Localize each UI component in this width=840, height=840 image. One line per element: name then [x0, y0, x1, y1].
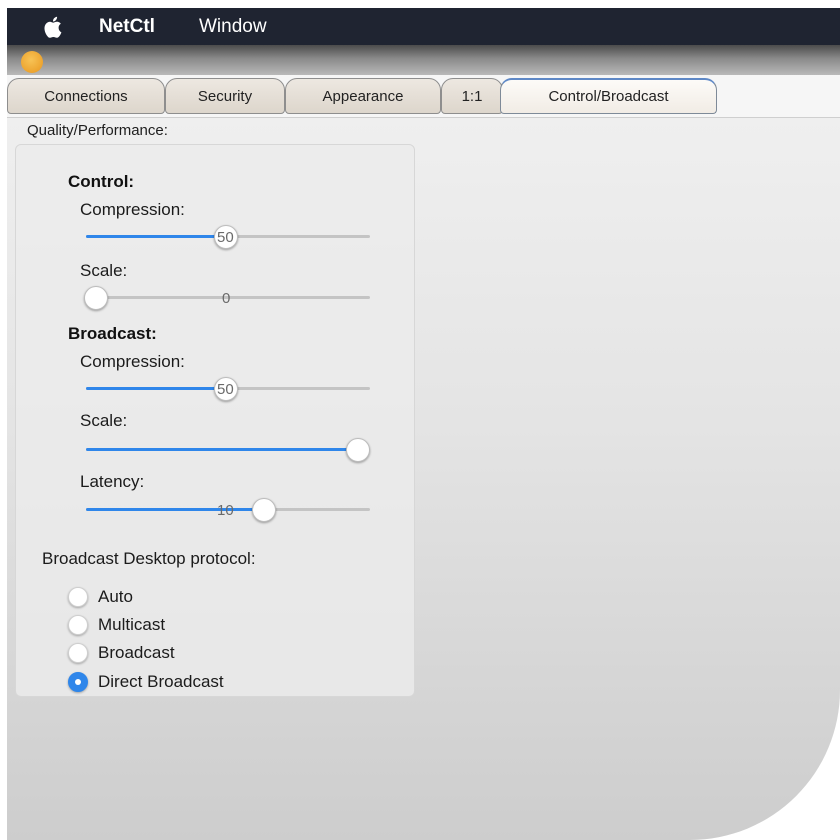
broadcast-compression-label: Compression: — [80, 352, 185, 371]
tab-label: Connections — [44, 87, 128, 105]
tab-security[interactable]: Security — [165, 78, 285, 114]
apple-icon[interactable] — [43, 16, 62, 38]
section-title: Quality/Performance: — [27, 122, 168, 139]
menu-window[interactable]: Window — [199, 16, 267, 38]
radio-label: Broadcast — [98, 643, 175, 662]
protocol-option-direct-broadcast[interactable]: Direct Broadcast — [68, 670, 224, 694]
control-scale-label: Scale: — [80, 261, 128, 280]
control-compression-label: Compression: — [80, 200, 185, 219]
radio-button-selected[interactable] — [68, 672, 88, 692]
tab-label: Appearance — [322, 87, 404, 105]
radio-button[interactable] — [68, 643, 88, 663]
tab-bar: Connections Security Appearance 1:1 Cont… — [7, 75, 840, 118]
radio-label: Direct Broadcast — [98, 672, 224, 691]
protocol-label: Broadcast Desktop protocol: — [42, 549, 256, 568]
tab-label: 1:1 — [461, 87, 483, 105]
tab-appearance[interactable]: Appearance — [285, 78, 441, 114]
menu-bar: NetCtl Window — [7, 8, 840, 45]
tab-label: Control/Broadcast — [548, 88, 669, 105]
radio-button[interactable] — [68, 587, 88, 607]
protocol-option-auto[interactable]: Auto — [68, 585, 133, 609]
tab-control-broadcast[interactable]: Control/Broadcast — [500, 78, 717, 114]
tab-label: Security — [197, 87, 253, 105]
slider-fill — [86, 508, 264, 511]
radio-button[interactable] — [68, 615, 88, 635]
slider-value: 50 — [217, 381, 234, 398]
protocol-option-broadcast[interactable]: Broadcast — [68, 641, 175, 665]
tab-connections[interactable]: Connections — [7, 78, 165, 114]
radio-label: Multicast — [98, 615, 166, 634]
slider-fill — [86, 235, 226, 238]
title-bar — [7, 45, 840, 75]
broadcast-scale-label: Scale: — [80, 411, 128, 430]
slider-fill — [86, 387, 226, 390]
protocol-option-multicast[interactable]: Multicast — [68, 613, 165, 637]
app-window: NetCtl Window Connections Security Appea… — [7, 8, 840, 840]
slider-knob[interactable] — [252, 498, 276, 522]
window-control-button[interactable] — [21, 51, 43, 73]
slider-knob[interactable] — [346, 438, 370, 462]
broadcast-latency-slider[interactable]: 10 — [86, 498, 370, 522]
radio-label: Auto — [98, 587, 133, 606]
broadcast-heading: Broadcast: — [68, 324, 157, 343]
slider-value: 0 — [222, 290, 231, 307]
slider-value: 50 — [217, 229, 234, 246]
slider-value: 10 — [217, 502, 234, 519]
control-scale-slider[interactable]: 0 — [84, 286, 370, 310]
tab-one-to-one[interactable]: 1:1 — [441, 78, 503, 114]
broadcast-compression-slider[interactable]: 50 — [86, 377, 370, 401]
slider-fill — [86, 448, 358, 451]
menu-app-name[interactable]: NetCtl — [99, 16, 155, 38]
slider-knob[interactable] — [84, 286, 108, 310]
broadcast-latency-label: Latency: — [80, 472, 145, 491]
control-compression-slider[interactable]: 50 — [86, 225, 370, 249]
quality-panel: Control: Compression: 50 Scale: 0 Broadc… — [15, 144, 415, 697]
control-heading: Control: — [68, 172, 135, 191]
broadcast-scale-slider[interactable] — [86, 438, 370, 462]
